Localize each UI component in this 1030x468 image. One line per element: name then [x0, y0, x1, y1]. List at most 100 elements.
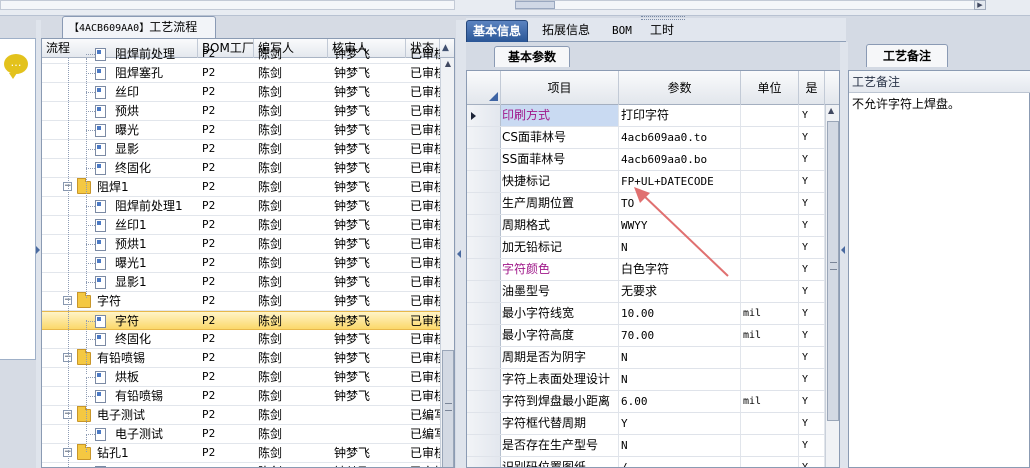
param-item-cell[interactable]: 最小字符线宽 — [501, 303, 619, 324]
param-item-cell[interactable]: 加无铅标记 — [501, 237, 619, 258]
param-value-cell[interactable]: 打印字符 — [619, 105, 741, 126]
param-item-cell[interactable]: 识别码位置图纸 — [501, 457, 619, 467]
row-header[interactable] — [467, 391, 501, 412]
row-header[interactable] — [467, 303, 501, 324]
param-item-cell[interactable]: 快捷标记 — [501, 171, 619, 192]
param-flag-cell[interactable]: Y — [799, 303, 825, 324]
param-row[interactable]: 加无铅标记 N Y — [467, 237, 825, 259]
tree-folder-row[interactable]: −有铅喷锡P2陈剑钟梦飞已审核 — [42, 349, 440, 368]
tree-row[interactable]: 阻焊前处理 P2 陈剑 钟梦飞 已审核 — [42, 45, 440, 64]
param-value-cell[interactable]: 4acb609aa0.to — [619, 127, 741, 148]
param-row[interactable]: 字符上表面处理设计 N Y — [467, 369, 825, 391]
param-value-cell[interactable]: 4acb609aa0.bo — [619, 149, 741, 170]
param-unit-cell[interactable]: mil — [741, 325, 799, 346]
param-flag-cell[interactable]: Y — [799, 325, 825, 346]
param-unit-cell[interactable] — [741, 127, 799, 148]
tree-row[interactable]: 预烘 P2 陈剑 钟梦飞 已审核 — [42, 102, 440, 121]
param-value-cell[interactable]: 10.00 — [619, 303, 741, 324]
row-header[interactable] — [467, 149, 501, 170]
top-scrollbar-thumb[interactable] — [515, 1, 555, 9]
param-item-cell[interactable]: 字符上表面处理设计 — [501, 369, 619, 390]
tree-row[interactable]: 终固化 P2 陈剑 钟梦飞 已审核 — [42, 159, 440, 178]
param-row[interactable]: 最小字符线宽 10.00 mil Y — [467, 303, 825, 325]
row-header[interactable] — [467, 281, 501, 302]
param-unit-cell[interactable] — [741, 237, 799, 258]
param-flag-cell[interactable]: Y — [799, 105, 825, 126]
param-row[interactable]: SS面菲林号 4acb609aa0.bo Y — [467, 149, 825, 171]
param-value-cell[interactable]: WWYY — [619, 215, 741, 236]
param-row[interactable]: 字符颜色 白色字符 Y — [467, 259, 825, 281]
param-unit-cell[interactable] — [741, 193, 799, 214]
row-header[interactable] — [467, 325, 501, 346]
splitter-grip-icon[interactable] — [36, 246, 40, 254]
param-unit-cell[interactable] — [741, 171, 799, 192]
middle-splitter[interactable] — [456, 20, 466, 468]
param-flag-cell[interactable]: Y — [799, 149, 825, 170]
param-row[interactable]: 油墨型号 无要求 Y — [467, 281, 825, 303]
tree-vertical-scrollbar[interactable]: ▲ — [440, 58, 454, 467]
tab-bom[interactable]: BOM — [606, 20, 638, 42]
param-value-cell[interactable]: 白色字符 — [619, 259, 741, 280]
param-flag-cell[interactable]: Y — [799, 171, 825, 192]
tree-row[interactable]: 显影1 P2 陈剑 钟梦飞 已审核 — [42, 273, 440, 292]
param-item-cell[interactable]: 油墨型号 — [501, 281, 619, 302]
tree-row[interactable]: 曝光 P2 陈剑 钟梦飞 已审核 — [42, 121, 440, 140]
row-header[interactable] — [467, 347, 501, 368]
tree-row[interactable]: 烘板 P2 陈剑 钟梦飞 已审核 — [42, 368, 440, 387]
param-value-cell[interactable]: TO — [619, 193, 741, 214]
param-row[interactable]: 周期格式 WWYY Y — [467, 215, 825, 237]
param-unit-cell[interactable] — [741, 149, 799, 170]
param-item-cell[interactable]: 生产周期位置 — [501, 193, 619, 214]
param-unit-cell[interactable] — [741, 215, 799, 236]
param-item-cell[interactable]: 是否存在生产型号 — [501, 435, 619, 456]
param-flag-cell[interactable]: Y — [799, 215, 825, 236]
scroll-up-icon[interactable]: ▲ — [443, 59, 453, 69]
param-unit-cell[interactable] — [741, 259, 799, 280]
tree-row[interactable]: 曝光1 P2 陈剑 钟梦飞 已审核 — [42, 254, 440, 273]
param-flag-cell[interactable]: Y — [799, 281, 825, 302]
param-flag-cell[interactable]: Y — [799, 413, 825, 434]
tree-row[interactable]: 预烘1 P2 陈剑 钟梦飞 已审核 — [42, 235, 440, 254]
param-unit-cell[interactable] — [741, 413, 799, 434]
param-item-cell[interactable]: 周期是否为阴字 — [501, 347, 619, 368]
tree-row[interactable]: 终固化 P2 陈剑 钟梦飞 已审核 — [42, 330, 440, 349]
row-header[interactable] — [467, 127, 501, 148]
param-row[interactable]: 字符到焊盘最小距离 6.00 mil Y — [467, 391, 825, 413]
param-item-cell[interactable]: 印刷方式 — [501, 105, 619, 126]
tree-row[interactable]: 字符 P2 陈剑 钟梦飞 已审核 — [42, 311, 440, 330]
tree-row[interactable]: 电子测试 P2 陈剑 已编写 — [42, 425, 440, 444]
comment-icon[interactable]: … — [4, 54, 28, 79]
splitter-right-grip-icon[interactable] — [841, 246, 845, 254]
row-header[interactable] — [467, 193, 501, 214]
tree-scroll-thumb[interactable] — [442, 350, 454, 467]
param-flag-cell[interactable]: Y — [799, 435, 825, 456]
param-value-cell[interactable]: 6.00 — [619, 391, 741, 412]
param-row[interactable]: 字符框代替周期 Y Y — [467, 413, 825, 435]
process-flow-tab[interactable]: 【4ACB609AA0】工艺流程 — [62, 16, 216, 38]
param-unit-cell[interactable]: mil — [741, 303, 799, 324]
row-header[interactable] — [467, 171, 501, 192]
param-row[interactable]: CS面菲林号 4acb609aa0.to Y — [467, 127, 825, 149]
top-right-scrollbar[interactable] — [515, 0, 985, 10]
tree-row[interactable]: 阻焊前处理1 P2 陈剑 钟梦飞 已审核 — [42, 197, 440, 216]
param-unit-cell[interactable] — [741, 435, 799, 456]
param-value-cell[interactable]: FP+UL+DATECODE — [619, 171, 741, 192]
tree-folder-row[interactable]: −电子测试P2陈剑已编写 — [42, 406, 440, 425]
param-flag-cell[interactable]: Y — [799, 193, 825, 214]
row-header[interactable] — [467, 369, 501, 390]
tab-work-hours[interactable]: 工时 — [644, 20, 680, 42]
param-item-cell[interactable]: 字符到焊盘最小距离 — [501, 391, 619, 412]
param-unit-cell[interactable] — [741, 105, 799, 126]
param-unit-cell[interactable] — [741, 369, 799, 390]
param-value-cell[interactable]: 70.00 — [619, 325, 741, 346]
param-row[interactable]: 印刷方式 打印字符 Y — [467, 105, 825, 127]
param-flag-cell[interactable]: Y — [799, 237, 825, 258]
param-value-cell[interactable]: N — [619, 369, 741, 390]
param-flag-cell[interactable]: Y — [799, 347, 825, 368]
param-item-cell[interactable]: 周期格式 — [501, 215, 619, 236]
notes-tab[interactable]: 工艺备注 — [866, 44, 948, 67]
param-item-cell[interactable]: CS面菲林号 — [501, 127, 619, 148]
subtab-basic-params[interactable]: 基本参数 — [494, 46, 570, 67]
param-item-cell[interactable]: 字符颜色 — [501, 259, 619, 280]
param-item-cell[interactable]: SS面菲林号 — [501, 149, 619, 170]
